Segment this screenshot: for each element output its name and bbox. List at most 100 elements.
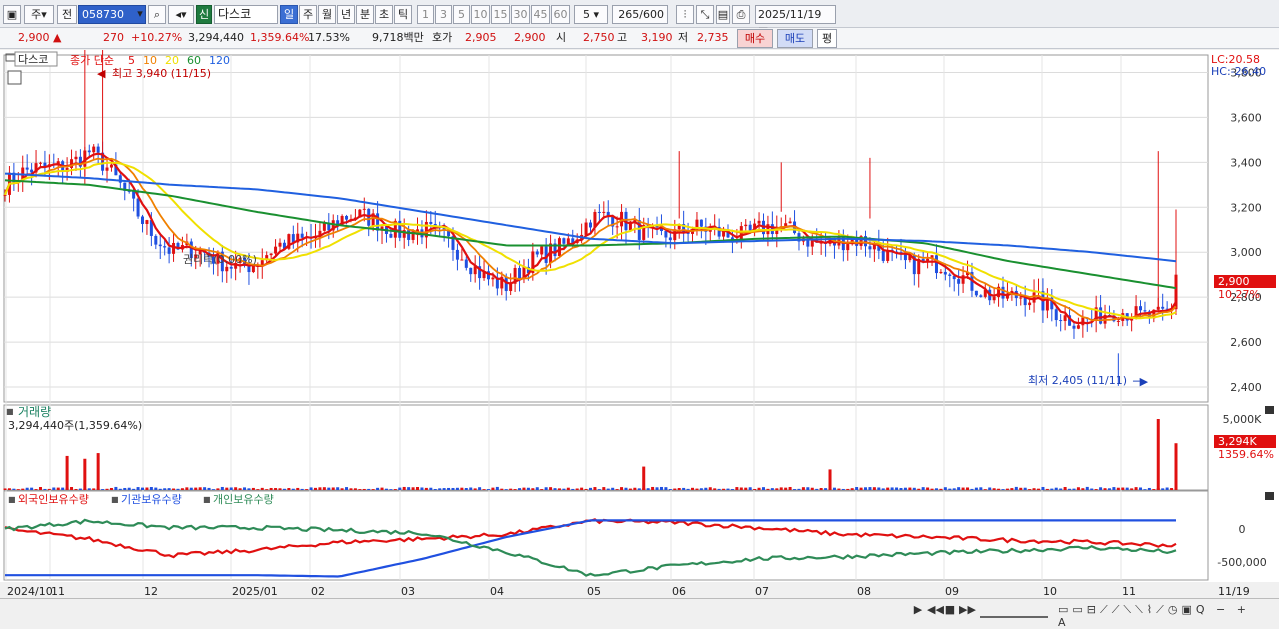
investor-legend-item: 기관보유수량: [121, 493, 182, 506]
candle-body: [1076, 325, 1080, 329]
window-menu-icon[interactable]: ▣: [3, 5, 21, 24]
candle-body: [1023, 297, 1027, 306]
period-tab[interactable]: 초: [375, 5, 393, 24]
date-field[interactable]: 2025/11/19 ▦: [755, 5, 836, 38]
volume-bar: [815, 488, 819, 490]
candle-body: [748, 224, 752, 231]
candle-body: [96, 146, 100, 153]
volume-pct: 1,359.64%: [250, 31, 310, 44]
volume-bar: [101, 489, 105, 490]
volume-bar: [482, 489, 486, 490]
volume-bar: [260, 487, 264, 490]
minute-button[interactable]: 1: [417, 5, 434, 24]
prev-button[interactable]: 전: [57, 5, 77, 24]
rewind-icon[interactable]: ◀◀: [927, 603, 944, 618]
volume-bar: [185, 487, 189, 490]
candle-body: [109, 164, 113, 168]
minute-button[interactable]: 60: [551, 5, 570, 24]
volume-bar: [136, 487, 140, 490]
volume-bar: [966, 487, 970, 490]
candle-body: [903, 254, 907, 261]
investor-close-icon[interactable]: [1265, 492, 1274, 500]
volume-bar: [1050, 488, 1054, 490]
print-icon[interactable]: ⎙: [732, 5, 750, 24]
fast-forward-icon[interactable]: ▶▶: [959, 603, 976, 618]
volume-bar: [961, 487, 965, 490]
volume-close-icon[interactable]: [1265, 406, 1274, 414]
minute-button[interactable]: 3: [435, 5, 452, 24]
candle-body: [389, 233, 393, 238]
volume-bar: [251, 487, 255, 490]
legend-prefix: 종가 단순: [70, 54, 114, 67]
volume-bar: [628, 488, 632, 490]
mode-select[interactable]: 주▾: [24, 5, 54, 24]
code-dropdown-icon[interactable]: ▾: [133, 5, 147, 24]
volume-bar: [735, 487, 739, 490]
min-annotation: 최저 2,405 (11/11): [1028, 374, 1127, 387]
volume-bar: [983, 489, 987, 490]
candle-body: [105, 167, 109, 171]
volume-bar: [1076, 487, 1080, 490]
drawing-tools-icons[interactable]: ▭▭⊟⟋⟋⟍⟍⌇⟋◷▣Q − + A: [1058, 603, 1258, 629]
price-tick-label: 3,000: [1230, 246, 1262, 259]
volume-bar: [180, 488, 184, 490]
period-tab[interactable]: 분: [356, 5, 374, 24]
volume-bar: [575, 488, 579, 490]
period-tab[interactable]: 주: [299, 5, 317, 24]
volume-bar: [123, 487, 127, 490]
stock-name-field[interactable]: 다스코: [214, 5, 278, 24]
candle-body: [1116, 320, 1120, 322]
save-icon[interactable]: ▤: [716, 5, 730, 24]
candle-body: [225, 266, 229, 272]
volume-bar: [837, 488, 841, 490]
stop-icon[interactable]: ■: [944, 603, 956, 618]
volume-bar: [753, 488, 757, 490]
speaker-icon[interactable]: ◂▾: [168, 5, 194, 24]
volume-bar: [1112, 487, 1116, 490]
investor-legend-marker: ■: [111, 495, 119, 504]
stock-chart[interactable]: 2,4002,6002,8003,0003,2003,4003,6003,800…: [0, 50, 1279, 621]
buy-button[interactable]: 매수: [737, 29, 773, 48]
investor-tick-label: -500,000: [1217, 556, 1266, 569]
candle-body: [30, 169, 34, 173]
zoom-slider[interactable]: [980, 603, 1048, 618]
volume-bar: [376, 487, 380, 490]
candle-body: [145, 220, 149, 224]
period-tab[interactable]: 월: [318, 5, 336, 24]
volume-bar: [562, 488, 566, 490]
period-tab[interactable]: 일: [280, 5, 298, 24]
volume-bar: [265, 489, 269, 490]
candle-body: [269, 253, 273, 256]
volume-bar: [455, 487, 459, 490]
candle-body: [602, 211, 606, 213]
volume-bar: [659, 486, 663, 490]
period-tab[interactable]: 틱: [394, 5, 412, 24]
crosshair-icon[interactable]: ⤡: [696, 5, 714, 24]
minute-button[interactable]: 5: [453, 5, 470, 24]
minute-button[interactable]: 10: [471, 5, 490, 24]
minute-button[interactable]: 30: [511, 5, 530, 24]
volume-bar: [349, 488, 353, 490]
volume-bar: [580, 487, 584, 490]
count-select[interactable]: 5 ▾: [574, 5, 608, 24]
sell-button[interactable]: 매도: [777, 29, 813, 48]
minute-button[interactable]: 45: [531, 5, 550, 24]
volume-bar: [1001, 489, 1005, 490]
search-icon[interactable]: ⌕: [148, 5, 166, 24]
volume-bar: [438, 488, 442, 490]
eval-button[interactable]: 평: [817, 29, 837, 48]
volume-bar: [1099, 487, 1103, 490]
volume-bar: [447, 487, 451, 490]
volume-bar: [504, 489, 508, 490]
bars-display[interactable]: 265/600: [612, 5, 668, 24]
minute-button[interactable]: 15: [491, 5, 510, 24]
period-tab[interactable]: 년: [337, 5, 355, 24]
candle-body: [1059, 320, 1063, 322]
price-tick-label: 2,400: [1230, 381, 1262, 394]
scroll-right-icon[interactable]: ▶: [912, 603, 924, 618]
table-icon[interactable]: [7, 70, 22, 85]
volume-title: 거래량: [18, 405, 51, 419]
volume-bar: [154, 487, 158, 490]
candle-type-icon[interactable]: ⫶: [676, 5, 694, 24]
volume-bar: [172, 488, 176, 490]
